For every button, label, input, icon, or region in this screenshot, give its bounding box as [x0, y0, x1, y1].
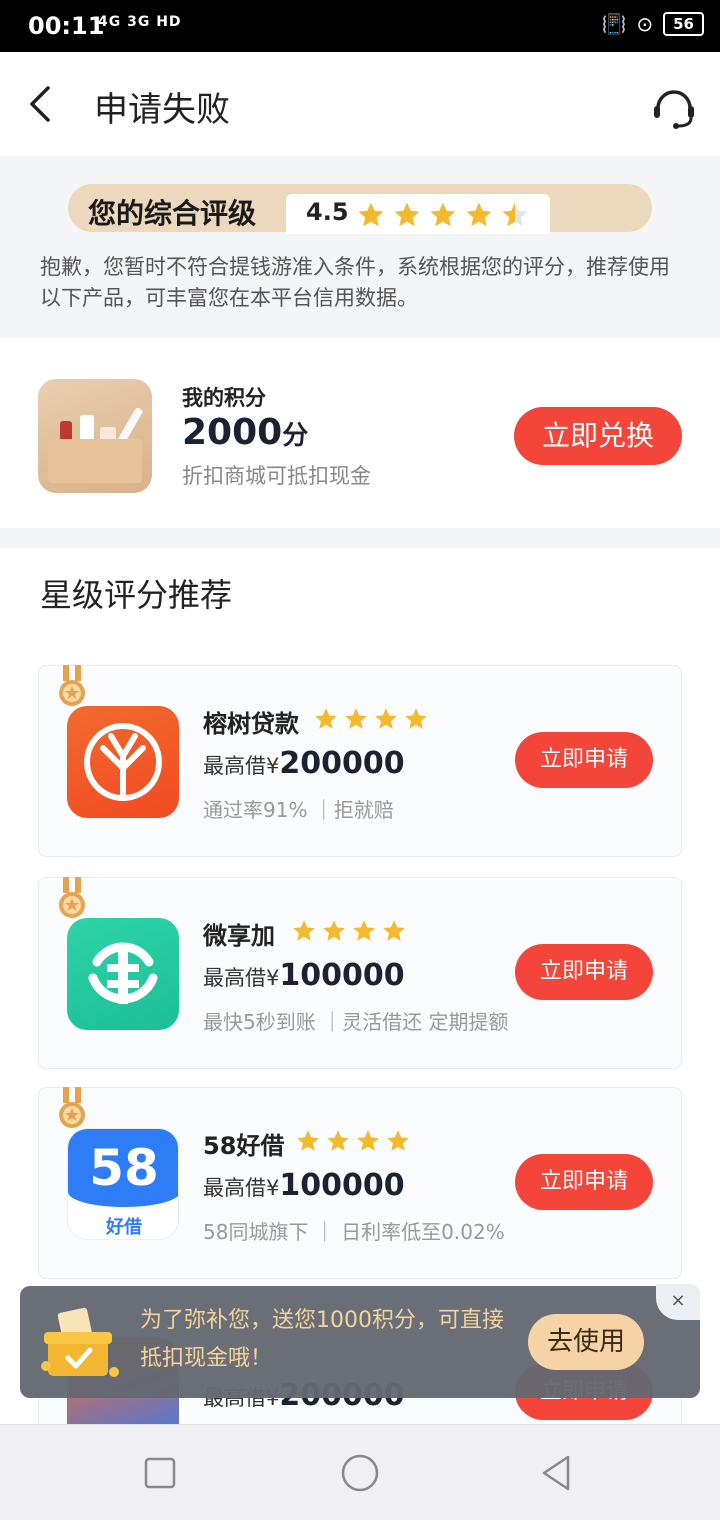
apply-button[interactable]: 立即申请 [515, 732, 653, 788]
star-icon [466, 202, 492, 227]
back-triangle-icon[interactable] [536, 1453, 576, 1493]
star-icon [394, 202, 420, 227]
toast-message: 为了弥补您，送您1000积分，可直接抵扣现金哦！ [140, 1308, 504, 1371]
star-icon [387, 1130, 409, 1151]
product-stars [313, 706, 429, 732]
star-icon [375, 708, 397, 729]
star-icon [502, 202, 528, 227]
limit-prefix: 最高借¥ [203, 754, 280, 778]
compensation-toast: 为了弥补您，送您1000积分，可直接抵扣现金哦！ 去使用 × [20, 1284, 700, 1398]
battery-indicator: 56 [663, 12, 704, 36]
star-icon [430, 202, 456, 227]
limit-prefix: 最高借¥ [203, 1176, 280, 1200]
customer-service-headset-icon[interactable] [650, 82, 698, 130]
star-icon [383, 920, 405, 941]
product-tags: 通过率91% ｜拒就赔 [203, 798, 394, 822]
rating-stars [356, 200, 530, 230]
58-logo-subtext: 好借 [106, 1217, 142, 1238]
product-stars [291, 918, 407, 944]
system-nav-bar [0, 1424, 720, 1520]
star-icon [293, 920, 315, 941]
product-card-weixiangjia[interactable]: 微享加 最高借¥100000 最快5秒到账 ｜灵活借还 定期提额 立即申请 [38, 877, 682, 1069]
points-number: 2000 [182, 412, 283, 453]
star-icon [345, 708, 367, 729]
star-icon [353, 920, 375, 941]
limit-amount: 100000 [279, 958, 405, 993]
points-unit: 分 [282, 421, 309, 451]
rating-score-box: 4.5 [286, 194, 550, 234]
apply-button[interactable]: 立即申请 [515, 1154, 653, 1210]
product-name: 58好借 [203, 1132, 285, 1160]
mall-products-image [38, 379, 152, 493]
points-card: 我的积分 2000分 折扣商城可抵扣现金 立即兑换 [0, 338, 720, 528]
app-header: 申请失败 [0, 52, 720, 156]
product-limit: 最高借¥100000 [203, 1168, 405, 1203]
product-card-rongshu[interactable]: 榕树贷款 最高借¥200000 通过率91% ｜拒就赔 立即申请 [38, 665, 682, 857]
chevron-left-icon[interactable] [22, 82, 62, 126]
product-name: 微享加 [203, 922, 275, 950]
points-label: 我的积分 [182, 386, 266, 410]
rongshu-logo [67, 706, 179, 818]
star-icon [327, 1130, 349, 1151]
points-value: 2000分 [182, 412, 308, 453]
gift-box-icon [41, 1307, 119, 1377]
medal-icon [59, 1087, 85, 1128]
rating-score: 4.5 [306, 198, 349, 226]
redeem-button[interactable]: 立即兑换 [514, 407, 682, 465]
product-stars [295, 1128, 411, 1154]
close-icon[interactable]: × [656, 1284, 700, 1320]
status-icons: 📳 ⊙ 56 [601, 12, 704, 36]
limit-prefix: 最高借¥ [203, 966, 280, 990]
weixiangjia-logo [67, 918, 179, 1030]
58haojie-logo: 58 好借 [67, 1128, 179, 1240]
medal-icon [59, 665, 85, 706]
apply-button[interactable]: 立即申请 [515, 944, 653, 1000]
star-icon [297, 1130, 319, 1151]
medal-icon [59, 877, 85, 918]
product-limit: 最高借¥100000 [203, 958, 405, 993]
star-icon [357, 1130, 379, 1151]
star-icon [358, 202, 384, 227]
vibrate-icon: 📳 [601, 12, 627, 36]
page-title: 申请失败 [94, 90, 230, 130]
lock-rotation-icon: ⊙ [636, 12, 654, 36]
home-circle-icon[interactable] [340, 1453, 380, 1493]
star-icon [405, 708, 427, 729]
network-indicator: 4G 3G HD [98, 14, 182, 30]
rating-label: 您的综合评级 [88, 197, 257, 230]
product-name: 榕树贷款 [203, 710, 299, 738]
rating-section: 您的综合评级 4.5 抱歉，您暂时不符合提钱游准入条件，系统根据您的评分，推荐使… [0, 156, 720, 338]
star-icon [323, 920, 345, 941]
status-bar: 00:11 4G 3G HD 📳 ⊙ 56 [0, 0, 720, 52]
product-tags: 58同城旗下 ｜ 日利率低至0.02% [203, 1220, 505, 1244]
recommend-title: 星级评分推荐 [40, 576, 233, 614]
rating-pill: 您的综合评级 4.5 [68, 184, 652, 234]
limit-amount: 100000 [279, 1168, 405, 1203]
rating-description: 抱歉，您暂时不符合提钱游准入条件，系统根据您的评分，推荐使用以下产品，可丰富您在… [40, 255, 670, 310]
points-subtitle: 折扣商城可抵扣现金 [182, 464, 371, 488]
product-card-58haojie[interactable]: 58 好借 58好借 最高借¥100000 58同城旗下 ｜ 日利率低至0.02… [38, 1087, 682, 1279]
status-time: 00:11 [28, 12, 105, 40]
product-tags: 最快5秒到账 ｜灵活借还 定期提额 [203, 1010, 509, 1034]
58-logo-text: 58 [89, 1139, 159, 1197]
product-limit: 最高借¥200000 [203, 746, 405, 781]
recent-apps-square-icon[interactable] [140, 1453, 180, 1493]
use-points-button[interactable]: 去使用 [528, 1314, 644, 1370]
star-icon [315, 708, 337, 729]
limit-amount: 200000 [279, 746, 405, 781]
